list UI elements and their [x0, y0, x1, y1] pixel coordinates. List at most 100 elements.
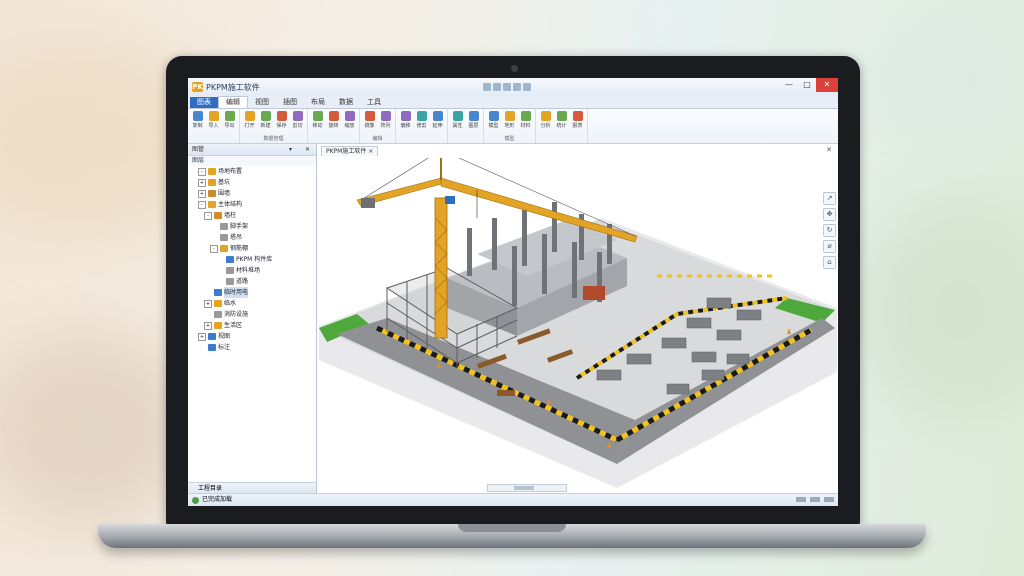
ribbon-button[interactable]: 地形: [503, 111, 516, 129]
tree-node[interactable]: - 场地布置: [188, 166, 316, 177]
ribbon-button[interactable]: 移动: [311, 111, 324, 129]
ribbon-button[interactable]: 保存: [275, 111, 288, 129]
ribbon-button[interactable]: 旋转: [327, 111, 340, 129]
expand-toggle-icon[interactable]: -: [198, 200, 206, 209]
tree-node[interactable]: 道路: [188, 276, 316, 287]
save-icon[interactable]: [483, 83, 491, 91]
ribbon-button-label: 报表: [572, 123, 583, 129]
tree-node[interactable]: + 生活区: [188, 320, 316, 331]
tab-layout[interactable]: 布局: [304, 97, 332, 108]
construction-site-model[interactable]: [317, 158, 837, 490]
redo-icon[interactable]: [503, 83, 511, 91]
tab-data[interactable]: 数据: [332, 97, 360, 108]
settings-icon[interactable]: [523, 83, 531, 91]
ribbon-button[interactable]: 偏移: [399, 111, 412, 129]
undo-icon[interactable]: [493, 83, 501, 91]
view-tool-button[interactable]: ⌂: [823, 256, 836, 269]
ribbon-button[interactable]: 修剪: [415, 111, 428, 129]
status-indicators: [796, 497, 834, 502]
ribbon-group: 镜像 阵列 编辑: [360, 109, 396, 143]
print-icon[interactable]: [513, 83, 521, 91]
ribbon-button[interactable]: 导入: [207, 111, 220, 129]
minimize-button[interactable]: —: [780, 78, 798, 92]
ribbon-button[interactable]: 镜像: [363, 111, 376, 129]
pin-icon[interactable]: ▾: [289, 144, 292, 155]
expand-toggle-icon[interactable]: +: [198, 332, 206, 341]
ribbon-button[interactable]: 报表: [571, 111, 584, 129]
ribbon-button[interactable]: 阵列: [379, 111, 392, 129]
tab-chart[interactable]: 图表: [190, 97, 218, 108]
tree-node[interactable]: + 临水: [188, 298, 316, 309]
expand-toggle-icon[interactable]: +: [198, 189, 206, 198]
ribbon-button[interactable]: 属性: [451, 111, 464, 129]
expand-toggle-icon[interactable]: -: [204, 211, 212, 220]
ribbon-button[interactable]: 剪切: [291, 111, 304, 129]
tab-tools[interactable]: 工具: [360, 97, 388, 108]
tree-node[interactable]: 标注: [188, 342, 316, 353]
project-directory-tab[interactable]: 工程目录: [198, 485, 222, 492]
tab-view[interactable]: 视图: [248, 97, 276, 108]
view-tool-button[interactable]: ⌀: [823, 240, 836, 253]
expand-toggle-icon[interactable]: -: [210, 244, 218, 253]
close-button[interactable]: ✕: [816, 78, 838, 92]
tool-icon: [364, 111, 375, 121]
expand-toggle-icon[interactable]: -: [198, 167, 206, 176]
ribbon-button[interactable]: 新建: [259, 111, 272, 129]
ribbon-button-label: 导入: [208, 123, 219, 129]
status-text: 已完成加载: [202, 496, 233, 503]
ribbon-button-label: 镜像: [364, 123, 375, 129]
ribbon-button-label: 分析: [540, 123, 551, 129]
background-blob: [880, 20, 1024, 140]
tree-node-label: 生活区: [224, 322, 243, 329]
scrollbar-thumb[interactable]: [514, 486, 534, 490]
tool-icon: [452, 111, 463, 121]
tree-node[interactable]: - 主体结构: [188, 199, 316, 210]
tree-node[interactable]: + 基坑: [188, 177, 316, 188]
tree-node[interactable]: 材料堆场: [188, 265, 316, 276]
tree-node[interactable]: 塔吊: [188, 232, 316, 243]
expand-toggle-icon[interactable]: +: [198, 178, 206, 187]
document-tab[interactable]: PKPM施工软件 ×: [321, 146, 379, 156]
ribbon-button[interactable]: 图层: [467, 111, 480, 129]
tree-node[interactable]: - 钢筋棚: [188, 243, 316, 254]
tree-node[interactable]: PKPM 构件库: [188, 254, 316, 265]
ribbon-button[interactable]: 延伸: [431, 111, 444, 129]
tab-insert[interactable]: 插图: [276, 97, 304, 108]
close-panel-icon[interactable]: ✕: [305, 144, 310, 155]
ribbon-button[interactable]: 材料: [519, 111, 532, 129]
folder-icon: [220, 234, 228, 241]
ribbon-button[interactable]: 统计: [555, 111, 568, 129]
view-tool-button[interactable]: ↻: [823, 224, 836, 237]
ribbon-button[interactable]: 复制: [191, 111, 204, 129]
app-logo: PK: [192, 82, 203, 92]
horizontal-scrollbar[interactable]: [487, 484, 567, 492]
tree-node[interactable]: + 视图: [188, 331, 316, 342]
tree-node[interactable]: 临时用电: [188, 287, 316, 298]
expand-toggle-icon[interactable]: +: [204, 299, 212, 308]
tree-node[interactable]: 脚手架: [188, 221, 316, 232]
maximize-button[interactable]: □: [798, 78, 816, 92]
ribbon-button[interactable]: 打开: [243, 111, 256, 129]
zoom-icon[interactable]: [824, 497, 834, 502]
view-tool-button[interactable]: ↗: [823, 192, 836, 205]
ribbon-button[interactable]: 缩放: [343, 111, 356, 129]
laptop-base: [98, 524, 926, 548]
expand-toggle-icon[interactable]: +: [204, 321, 212, 330]
background-blob: [860, 200, 1024, 420]
close-document-icon[interactable]: ✕: [826, 146, 832, 154]
tree-node[interactable]: - 墙柱: [188, 210, 316, 221]
3d-viewport[interactable]: PKPM施工软件 × ✕ ↗ ✥ ↻ ⌀ ⌂: [317, 144, 838, 494]
ribbon-button[interactable]: 导出: [223, 111, 236, 129]
window-controls: — □ ✕: [780, 78, 838, 94]
view-tool-button[interactable]: ✥: [823, 208, 836, 221]
tool-icon: [540, 111, 551, 121]
tree-node[interactable]: + 围墙: [188, 188, 316, 199]
ribbon-button[interactable]: 分析: [539, 111, 552, 129]
layer-tree: - 场地布置 + 基坑 + 围墙 - 主体结构 - 墙柱 脚手架 塔吊 - 钢筋棚 PKPM 构件库 材料堆场…: [188, 166, 316, 353]
tab-edit[interactable]: 编辑: [218, 96, 248, 108]
tree-node[interactable]: 消防设施: [188, 309, 316, 320]
ribbon-button[interactable]: 模型: [487, 111, 500, 129]
snap-toggle-icon[interactable]: [810, 497, 820, 502]
tree-node-label: 场地布置: [218, 168, 243, 175]
grid-toggle-icon[interactable]: [796, 497, 806, 502]
